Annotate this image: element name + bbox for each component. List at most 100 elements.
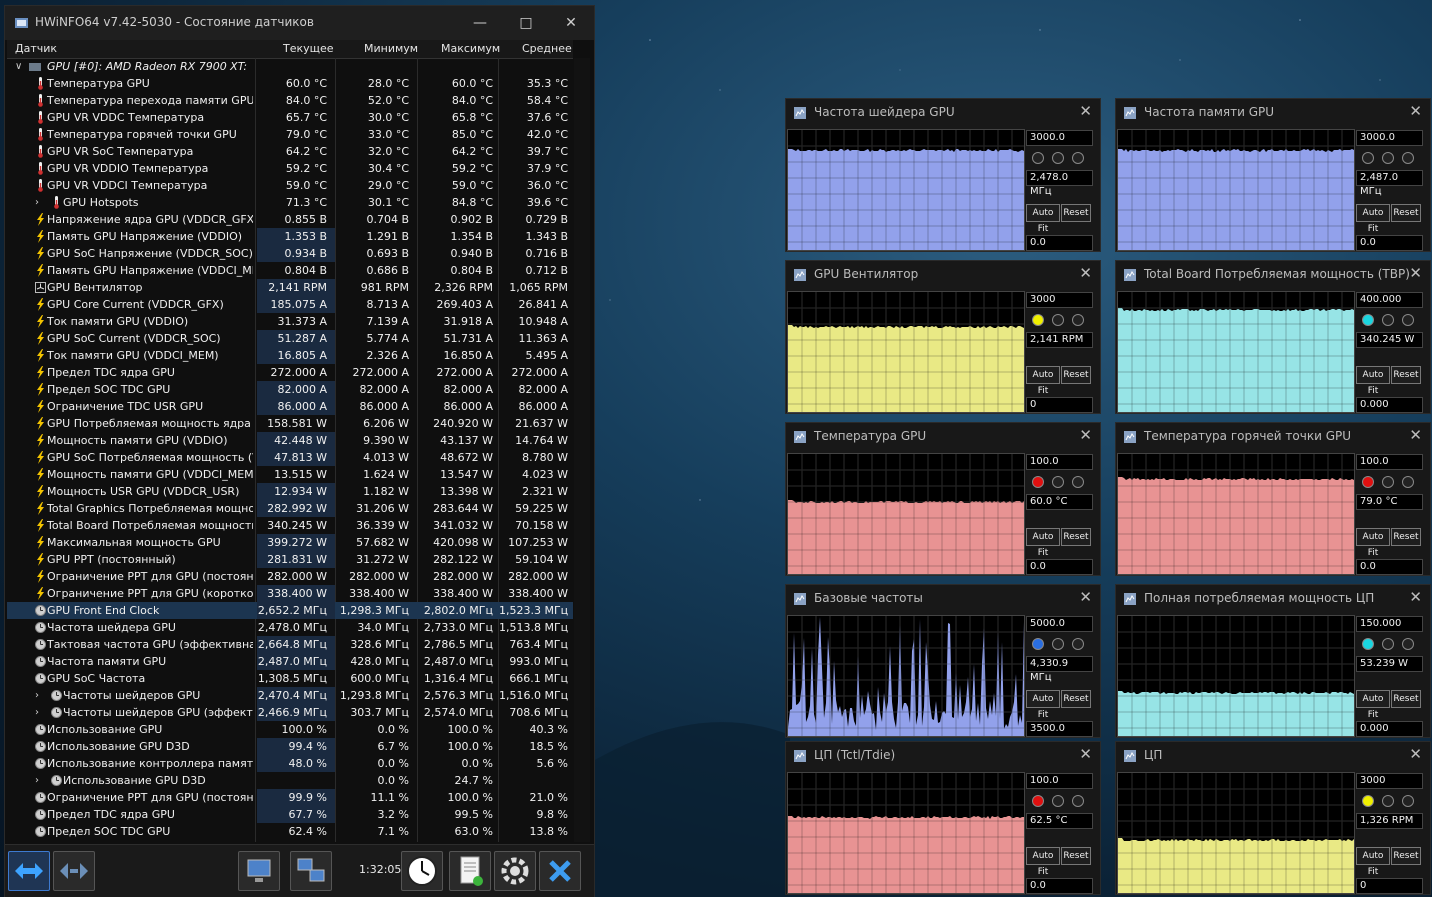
sensor-row[interactable]: GPU SoC Потребляемая мощность (VD... 47.8… <box>7 449 573 466</box>
color-radio[interactable] <box>1032 476 1044 488</box>
sensor-row[interactable]: Частота шейдера GPU 2,478.0 МГц 34.0 МГц 2,… <box>7 619 573 636</box>
close-icon[interactable]: ✕ <box>1409 102 1422 120</box>
logging-button[interactable] <box>449 851 491 891</box>
sensor-row[interactable]: Ограничение PPT для GPU (постоянное) 282.… <box>7 568 573 585</box>
auto-fit-button[interactable]: Auto Fit <box>1026 847 1060 877</box>
color-radio[interactable] <box>1072 795 1084 807</box>
sensor-row[interactable]: Предел SOC TDC GPU 82.000 A 82.000 A 82.000… <box>7 381 573 398</box>
color-radio[interactable] <box>1052 795 1064 807</box>
color-radio[interactable] <box>1072 152 1084 164</box>
sensor-row[interactable]: GPU SoC Напряжение (VDDCR_SOC) 0.934 В 0.6… <box>7 245 573 262</box>
sensor-row[interactable]: › Частоты шейдеров GPU (эффекти... 2,466.9… <box>7 704 573 721</box>
auto-fit-button[interactable]: Auto Fit <box>1356 847 1390 877</box>
sensor-row[interactable]: GPU VR VDDIO Температура 59.2 °C 30.4 °C 59… <box>7 160 573 177</box>
sensor-row[interactable]: Ток памяти GPU (VDDIO) 31.373 A 7.139 A 31.… <box>7 313 573 330</box>
sensor-row[interactable]: › GPU Hotspots 71.3 °C 30.1 °C 84.8 °C 39.6 °… <box>7 194 573 211</box>
auto-fit-button[interactable]: Auto Fit <box>1026 366 1060 396</box>
color-radio[interactable] <box>1402 476 1414 488</box>
sensor-row[interactable]: Использование GPU D3D 99.4 % 6.7 % 100.0 % 1… <box>7 738 573 755</box>
close-icon[interactable]: ✕ <box>1409 745 1422 763</box>
graph-max-value[interactable]: 5000.0 <box>1026 616 1093 632</box>
reset-button[interactable]: Reset <box>1061 204 1091 222</box>
close-icon[interactable]: ✕ <box>1079 102 1092 120</box>
color-radio[interactable] <box>1052 152 1064 164</box>
color-radio[interactable] <box>1072 314 1084 326</box>
reset-button[interactable]: Reset <box>1061 366 1091 384</box>
auto-fit-button[interactable]: Auto Fit <box>1026 528 1060 558</box>
settings-button[interactable] <box>494 851 536 891</box>
sensor-row[interactable]: Тактовая частота GPU (эффективная) 2,664.… <box>7 636 573 653</box>
minimize-button[interactable]: — <box>457 6 503 40</box>
reset-button[interactable]: Reset <box>1061 528 1091 546</box>
sensor-row[interactable]: Мощность USR GPU (VDDCR_USR) 12.934 W 1.18… <box>7 483 573 500</box>
color-radio[interactable] <box>1402 638 1414 650</box>
graph-min-value[interactable]: 0.0 <box>1026 235 1093 251</box>
auto-fit-button[interactable]: Auto Fit <box>1356 528 1390 558</box>
collapse-icon[interactable]: ∨ <box>15 58 22 75</box>
graph-max-value[interactable]: 3000.0 <box>1356 130 1423 146</box>
reset-timer-button[interactable] <box>401 851 443 891</box>
color-radio[interactable] <box>1052 314 1064 326</box>
color-radio[interactable] <box>1032 795 1044 807</box>
sensor-row[interactable]: Мощность памяти GPU (VDDCI_MEM) 13.515 W 1… <box>7 466 573 483</box>
sensor-row[interactable]: GPU VR VDDCI Температура 59.0 °C 29.0 °C 59… <box>7 177 573 194</box>
sensor-row[interactable]: Total Board Потребляемая мощность (... 34… <box>7 517 573 534</box>
col-min[interactable]: Минимум <box>364 42 418 55</box>
color-radio[interactable] <box>1382 314 1394 326</box>
sensor-row[interactable]: GPU VR VDDC Температура 65.7 °C 30.0 °C 65.… <box>7 109 573 126</box>
close-icon[interactable]: ✕ <box>1409 588 1422 606</box>
reset-button[interactable]: Reset <box>1391 690 1421 708</box>
sensor-row[interactable]: GPU VR SoC Температура 64.2 °C 32.0 °C 64.2… <box>7 143 573 160</box>
sensor-row[interactable]: Максимальная мощность GPU 399.272 W 57.682… <box>7 534 573 551</box>
color-radio[interactable] <box>1362 795 1374 807</box>
close-button[interactable]: ✕ <box>548 6 594 40</box>
sensor-row[interactable]: Предел TDC ядра GPU 272.000 A 272.000 A 272… <box>7 364 573 381</box>
graph-max-value[interactable]: 100.0 <box>1356 454 1423 470</box>
monitor-button[interactable] <box>238 851 280 891</box>
sensor-row[interactable]: Мощность памяти GPU (VDDIO) 42.448 W 9.390… <box>7 432 573 449</box>
color-radio[interactable] <box>1032 314 1044 326</box>
color-radio[interactable] <box>1382 795 1394 807</box>
sensor-row[interactable]: GPU Front End Clock 2,652.2 МГц 1,298.3 МГ… <box>7 602 573 619</box>
auto-fit-button[interactable]: Auto Fit <box>1026 204 1060 234</box>
color-radio[interactable] <box>1362 638 1374 650</box>
graph-max-value[interactable]: 100.0 <box>1026 454 1093 470</box>
graph-max-value[interactable]: 3000.0 <box>1026 130 1093 146</box>
auto-fit-button[interactable]: Auto Fit <box>1356 366 1390 396</box>
auto-fit-button[interactable]: Auto Fit <box>1026 690 1060 720</box>
sensor-row[interactable]: GPU Вентилятор 2,141 RPM 981 RPM 2,326 RPM 1… <box>7 279 573 296</box>
graph-min-value[interactable]: 0.0 <box>1356 559 1423 575</box>
network-button[interactable] <box>290 851 332 891</box>
color-radio[interactable] <box>1362 152 1374 164</box>
graph-max-value[interactable]: 400.000 <box>1356 292 1423 308</box>
sensor-row[interactable]: GPU SoC Current (VDDCR_SOC) 51.287 A 5.774… <box>7 330 573 347</box>
col-current[interactable]: Текущее <box>283 42 334 55</box>
sensor-row[interactable]: Ограничение TDC USR GPU 86.000 A 86.000 A 8… <box>7 398 573 415</box>
sensor-row[interactable]: Температура GPU 60.0 °C 28.0 °C 60.0 °C 35.3… <box>7 75 573 92</box>
color-radio[interactable] <box>1382 638 1394 650</box>
graph-min-value[interactable]: 0.0 <box>1026 559 1093 575</box>
color-radio[interactable] <box>1052 638 1064 650</box>
expand-icon[interactable]: › <box>35 687 39 704</box>
col-avg[interactable]: Среднее <box>522 42 572 55</box>
graph-max-value[interactable]: 3000 <box>1356 773 1423 789</box>
graph-min-value[interactable]: 0 <box>1356 878 1423 894</box>
reset-button[interactable]: Reset <box>1391 204 1421 222</box>
sensor-row[interactable]: Температура горячей точки GPU 79.0 °C 33.0… <box>7 126 573 143</box>
nav-arrows-button[interactable] <box>8 851 50 891</box>
color-radio[interactable] <box>1402 314 1414 326</box>
expand-icon[interactable]: › <box>35 704 39 721</box>
collapse-arrows-button[interactable] <box>53 851 95 891</box>
sensor-row[interactable]: › Частоты шейдеров GPU 2,470.4 МГц 1,293.8 … <box>7 687 573 704</box>
sensor-row[interactable]: Напряжение ядра GPU (VDDCR_GFX) 0.855 В 0.… <box>7 211 573 228</box>
sensor-row[interactable]: Температура перехода памяти GPU 84.0 °C 52… <box>7 92 573 109</box>
reset-button[interactable]: Reset <box>1391 847 1421 865</box>
graph-min-value[interactable]: 0.0 <box>1356 235 1423 251</box>
graph-min-value[interactable]: 0.0 <box>1026 878 1093 894</box>
expand-icon[interactable]: › <box>35 194 39 211</box>
reset-button[interactable]: Reset <box>1061 847 1091 865</box>
maximize-button[interactable]: □ <box>503 6 549 40</box>
sensor-row[interactable]: Предел TDC ядра GPU 67.7 % 3.2 % 99.5 % 9.8 … <box>7 806 573 823</box>
close-icon[interactable]: ✕ <box>1079 745 1092 763</box>
reset-button[interactable]: Reset <box>1391 366 1421 384</box>
